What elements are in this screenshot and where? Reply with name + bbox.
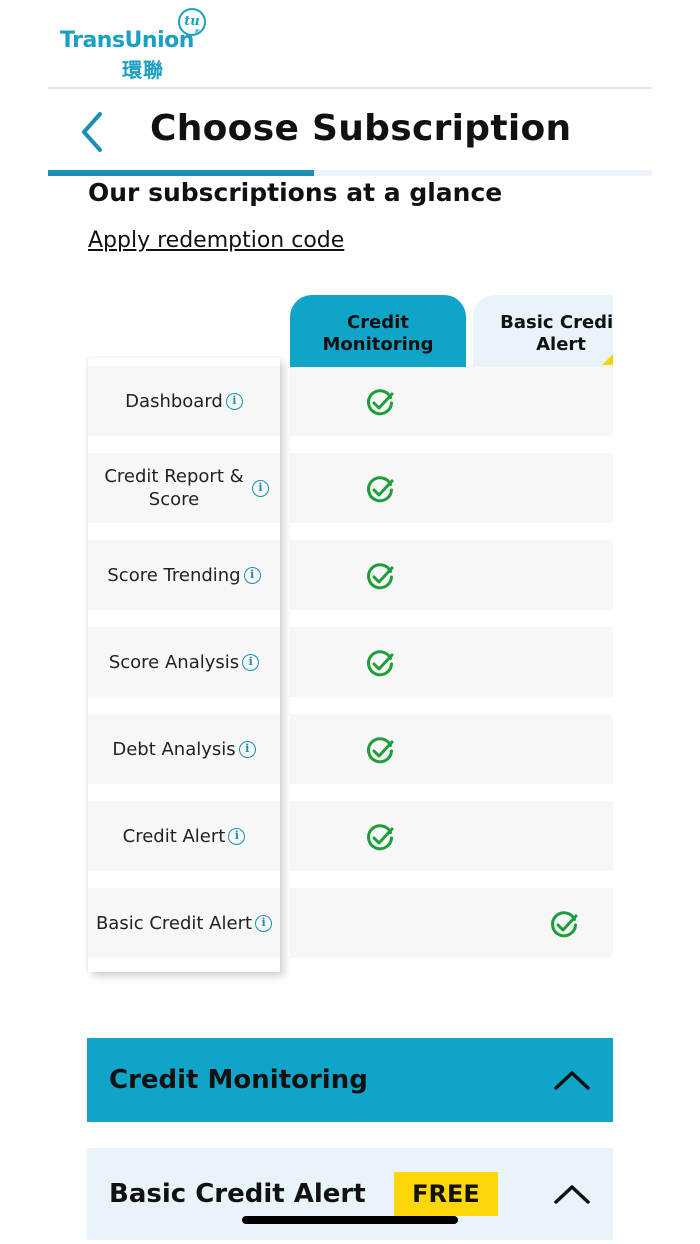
check-circle-icon <box>367 824 394 851</box>
feature-row-label: Credit Report & Score i <box>88 453 280 523</box>
info-icon[interactable]: i <box>242 653 260 671</box>
table-row <box>290 540 613 610</box>
table-row <box>290 366 613 436</box>
check-circle-icon <box>551 911 578 938</box>
transunion-logo: TransUnion® tu 環聯 <box>60 8 220 82</box>
feature-name: Credit Report & Score <box>104 466 244 510</box>
info-icon[interactable]: i <box>228 827 246 845</box>
page-title: Choose Subscription <box>150 108 572 149</box>
check-circle-icon <box>367 389 394 416</box>
back-button[interactable] <box>74 108 114 156</box>
table-row <box>290 453 613 523</box>
feature-row-label: Score Analysis i <box>88 627 280 697</box>
apply-redemption-code-link[interactable]: Apply redemption code <box>88 228 344 253</box>
plan-name: Credit Monitoring <box>109 1065 368 1095</box>
feature-row-label: Score Trending i <box>88 540 280 610</box>
table-row <box>290 801 613 871</box>
feature-list: Dashboard i Credit Report & Score i Score Tr… <box>88 358 280 972</box>
chevron-up-icon <box>554 1185 590 1204</box>
feature-row-label: Dashboard i <box>88 366 280 436</box>
feature-row-label: Basic Credit Alert i <box>88 888 280 958</box>
feature-row-label: Debt Analysis i <box>88 714 280 784</box>
check-circle-icon <box>367 476 394 503</box>
info-icon[interactable]: i <box>252 479 269 497</box>
info-icon[interactable]: i <box>225 392 243 410</box>
table-scroll-edge <box>613 280 700 980</box>
plan-accordion-basic-credit-alert[interactable]: Basic Credit Alert FREE <box>87 1148 613 1240</box>
feature-name: Score Trending <box>107 564 241 586</box>
table-row <box>290 627 613 697</box>
feature-name: Credit Alert <box>122 825 226 847</box>
feature-name: Debt Analysis <box>112 738 236 760</box>
chevron-left-icon <box>82 112 102 152</box>
check-circle-icon <box>367 650 394 677</box>
header-divider <box>48 87 652 89</box>
plan-name: Basic Credit Alert <box>109 1179 366 1209</box>
feature-name: Basic Credit Alert <box>95 912 253 934</box>
feature-row-label: Credit Alert i <box>88 801 280 871</box>
info-icon[interactable]: i <box>238 740 256 758</box>
column-header-credit-monitoring[interactable]: Credit Monitoring <box>290 295 466 367</box>
feature-name: Dashboard <box>125 390 223 412</box>
table-row <box>290 714 613 784</box>
progress-bar <box>48 170 652 176</box>
logo-text-en: TransUnion® <box>60 28 201 53</box>
logo-mark: tu <box>178 8 206 36</box>
info-icon[interactable]: i <box>255 914 273 932</box>
chevron-up-icon <box>554 1071 590 1090</box>
plan-accordion-credit-monitoring[interactable]: Credit Monitoring <box>87 1038 613 1122</box>
check-circle-icon <box>367 563 394 590</box>
section-title: Our subscriptions at a glance <box>88 178 503 207</box>
progress-fill <box>48 170 314 176</box>
check-circle-icon <box>367 737 394 764</box>
info-icon[interactable]: i <box>243 566 261 584</box>
home-indicator <box>242 1216 458 1224</box>
feature-name: Score Analysis <box>108 651 240 673</box>
free-badge: FREE <box>394 1172 498 1216</box>
logo-text-zh: 環聯 <box>122 58 164 82</box>
free-corner-flag <box>602 354 613 365</box>
